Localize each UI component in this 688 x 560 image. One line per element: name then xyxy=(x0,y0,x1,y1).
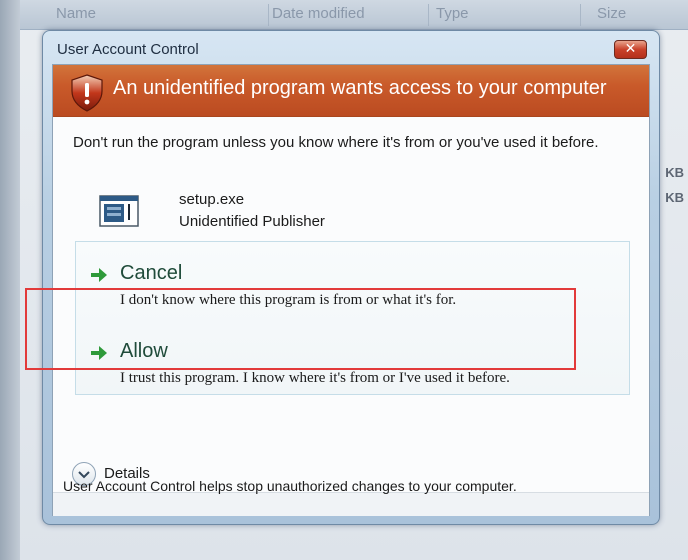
uac-dialog: User Account Control ✕ An unidentified p… xyxy=(42,30,660,525)
program-name: setup.exe xyxy=(179,191,245,208)
file-list-header: Name Date modified Type Size xyxy=(20,0,688,30)
column-separator xyxy=(580,4,581,26)
close-button[interactable]: ✕ xyxy=(614,40,647,59)
allow-highlight-box xyxy=(25,288,576,370)
footer-text: User Account Control helps stop unauthor… xyxy=(63,478,517,494)
green-arrow-icon xyxy=(91,268,107,282)
cancel-option-title: Cancel xyxy=(120,262,183,284)
column-type[interactable]: Type xyxy=(436,5,469,22)
footer-area xyxy=(53,493,649,516)
shield-warning-icon xyxy=(71,74,103,112)
banner-text: An unidentified program wants access to … xyxy=(113,77,607,99)
allow-option-description: I trust this program. I know where it's … xyxy=(120,370,510,386)
warning-banner: An unidentified program wants access to … xyxy=(53,65,649,117)
file-size-unit: KB xyxy=(665,190,684,205)
desktop-edge xyxy=(0,0,20,560)
intro-text: Don't run the program unless you know wh… xyxy=(73,134,599,151)
column-separator xyxy=(268,4,269,26)
program-window-icon xyxy=(99,195,139,227)
column-name[interactable]: Name xyxy=(56,5,96,22)
dialog-title: User Account Control xyxy=(57,41,199,58)
column-date-modified[interactable]: Date modified xyxy=(272,5,365,22)
column-separator xyxy=(428,4,429,26)
program-publisher: Unidentified Publisher xyxy=(179,213,325,230)
file-size-unit: KB xyxy=(665,165,684,180)
column-size[interactable]: Size xyxy=(597,5,626,22)
